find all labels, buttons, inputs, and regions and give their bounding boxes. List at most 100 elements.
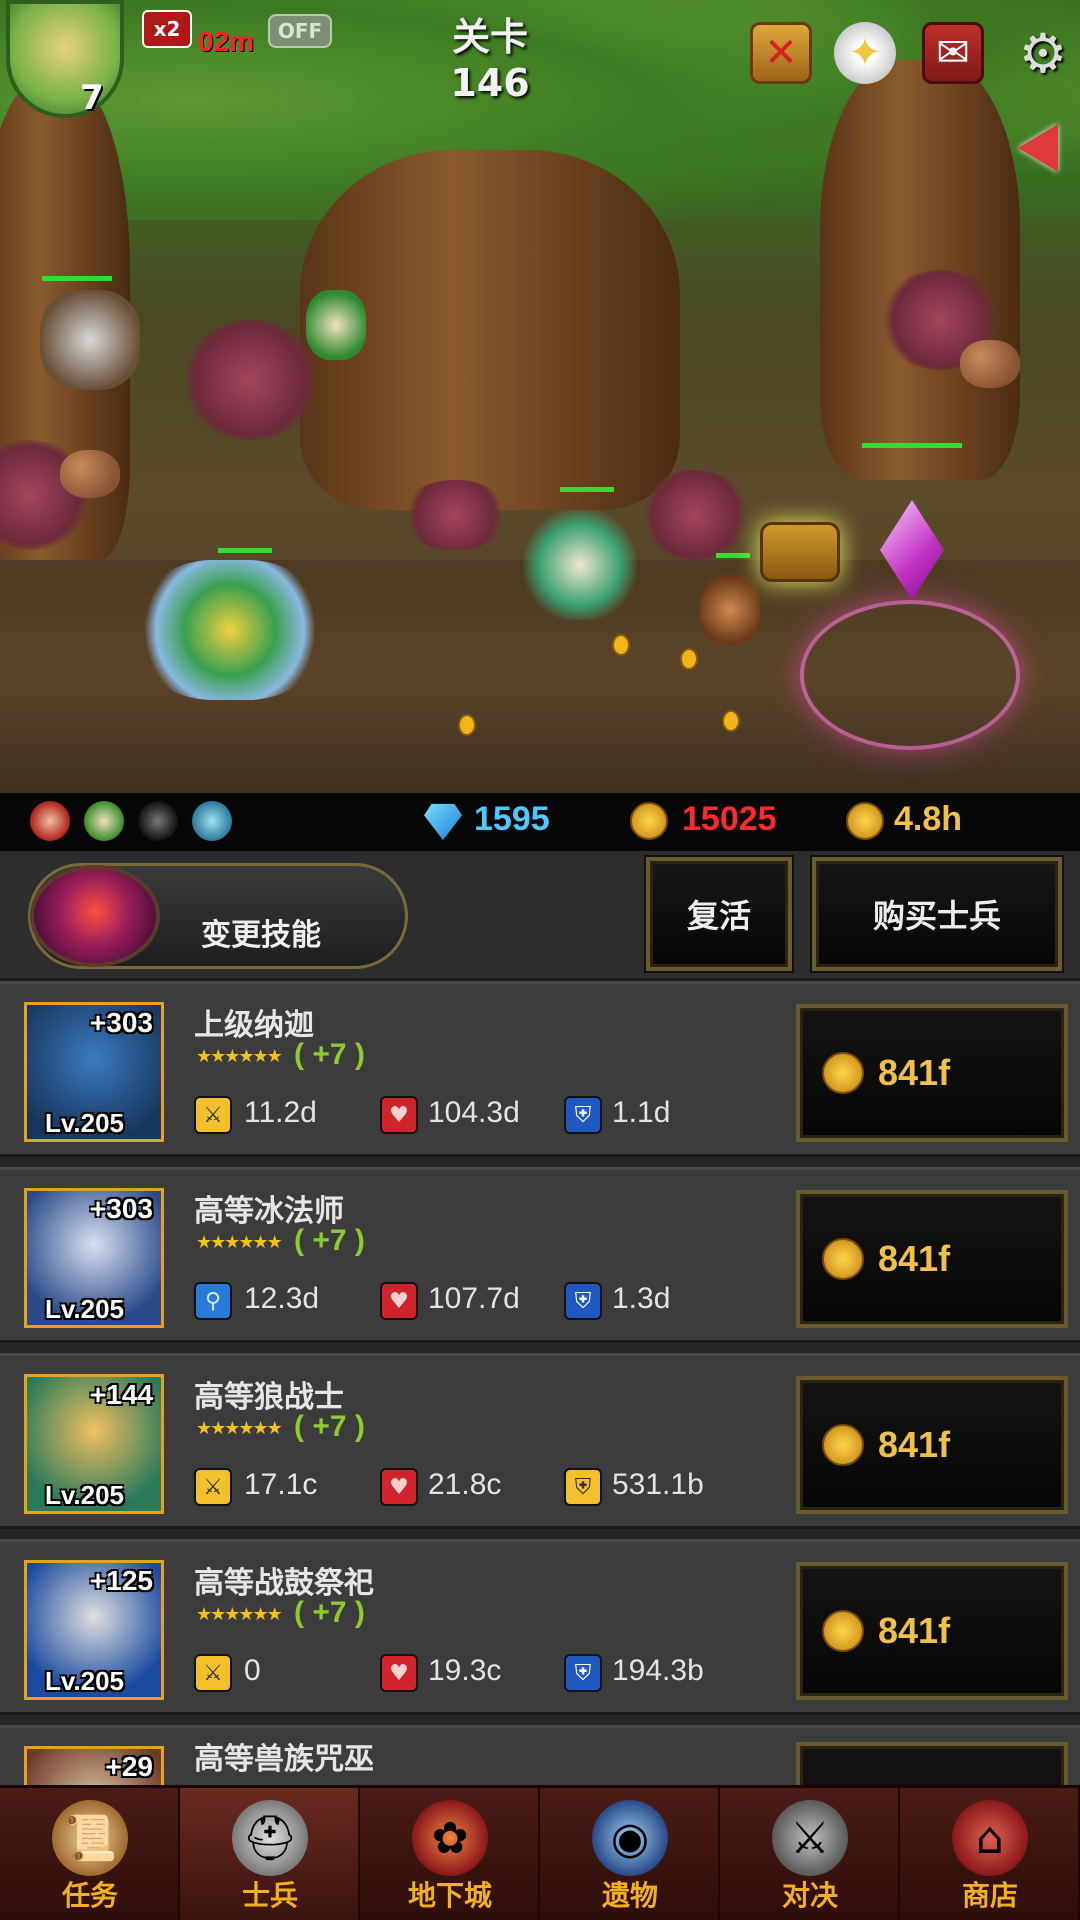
goblin-enemy-unit — [700, 575, 760, 645]
attack-value: 12.3d — [244, 1282, 320, 1315]
gold-shield-icon: ⛨ — [564, 1468, 602, 1506]
soldier-avatar[interactable]: +125 Lv.205 — [24, 1560, 164, 1700]
sword-icon: ⚔ — [194, 1096, 232, 1134]
upgrade-button[interactable]: 841f — [796, 1562, 1068, 1700]
angel-icon[interactable]: ✦ — [834, 22, 896, 84]
gear-icon[interactable]: ⚙ — [1012, 22, 1074, 85]
battle-scene: 7 x2 02m OFF 关卡 146 ✕ ✦ ✉ ⚙ — [0, 0, 1080, 793]
sword-icon: ⚔ — [194, 1468, 232, 1506]
gem-count: 1595 — [474, 800, 550, 838]
shop-icon: ⌂ — [952, 1800, 1028, 1876]
ally-hp-bar — [560, 487, 614, 492]
hp-value: 21.8c — [428, 1468, 502, 1501]
revive-button[interactable]: 复活 — [646, 857, 792, 971]
upgrade-button[interactable]: 841f — [796, 1376, 1068, 1514]
star-rating: ★★★★★★ — [196, 1232, 283, 1253]
upgrade-price: 841f — [878, 1424, 951, 1465]
soldier-avatar[interactable]: +144 Lv.205 — [24, 1374, 164, 1514]
action-row: 变更技能 复活 购买士兵 — [0, 851, 1080, 981]
attack-value: 11.2d — [244, 1096, 317, 1129]
buy-soldier-label: 购买士兵 — [872, 897, 1001, 935]
upgrade-price: 841f — [878, 1610, 951, 1651]
upgrade-button[interactable] — [796, 1742, 1068, 1785]
tab-duel[interactable]: ⚔ 对决 — [720, 1788, 900, 1920]
dropped-coin[interactable] — [612, 634, 630, 656]
upgrade-price: 841f — [878, 1238, 951, 1279]
tab-soldiers[interactable]: ⛑ 士兵 — [180, 1788, 360, 1920]
party-member-icon — [138, 801, 178, 841]
enhance-level: +125 — [89, 1565, 153, 1596]
soldier-row: +125 Lv.205 高等战鼓祭祀 ★★★★★★ ( +7 ) ⚔ 0 ♥ 1… — [0, 1539, 1080, 1715]
tab-label: 任务 — [61, 1879, 118, 1912]
upgrade-button[interactable]: 841f — [796, 1190, 1068, 1328]
coin-icon — [822, 1238, 864, 1280]
medal-count: 15025 — [682, 800, 777, 838]
player-avatar[interactable] — [6, 0, 124, 118]
enemy-hp-bar — [716, 553, 750, 558]
carnivorous-flower — [640, 470, 750, 560]
crossed-swords-icon: ⚔ — [772, 1800, 848, 1876]
soldier-list[interactable]: +303 Lv.205 上级纳迦 ★★★★★★ ( +7 ) ⚔ 11.2d ♥… — [0, 981, 1080, 1785]
back-arrow-icon[interactable] — [1018, 124, 1058, 172]
medal-icon — [630, 802, 668, 840]
hero-dragon-rider-unit — [140, 560, 320, 700]
tab-dungeon[interactable]: ✿ 地下城 — [360, 1788, 540, 1920]
enhance-level: +303 — [89, 1007, 153, 1038]
scroll-icon: 📜 — [52, 1800, 128, 1876]
tab-label: 商店 — [961, 1879, 1018, 1912]
auto-toggle[interactable]: OFF — [268, 14, 332, 48]
buy-soldier-button[interactable]: 购买士兵 — [812, 857, 1062, 971]
treasure-chest[interactable] — [760, 522, 840, 582]
dropped-coin[interactable] — [722, 710, 740, 732]
tab-label: 士兵 — [241, 1879, 298, 1912]
thorn-bush — [400, 480, 510, 550]
mailbox-icon[interactable]: ✉ — [922, 22, 984, 84]
star-rating: ★★★★★★ — [196, 1046, 283, 1067]
carnivorous-flower — [180, 320, 320, 440]
skill-orb-icon[interactable] — [30, 865, 160, 967]
monster-plant-icon: ✿ — [412, 1800, 488, 1876]
star-bonus: ( +7 ) — [294, 1224, 365, 1257]
enhance-level: +303 — [89, 1193, 153, 1224]
elf-flyer-unit — [306, 290, 366, 360]
attack-value: 0 — [244, 1654, 261, 1687]
upgrade-button[interactable]: 841f — [796, 1004, 1068, 1142]
soldier-avatar[interactable]: +303 Lv.205 — [24, 1002, 164, 1142]
soldier-row: +303 Lv.205 上级纳迦 ★★★★★★ ( +7 ) ⚔ 11.2d ♥… — [0, 981, 1080, 1157]
enhance-level: +144 — [89, 1379, 153, 1410]
heart-icon: ♥ — [380, 1096, 418, 1134]
hp-value: 104.3d — [428, 1096, 520, 1129]
enhance-level: +29 — [105, 1751, 154, 1782]
attack-value: 17.1c — [244, 1468, 318, 1501]
tab-relics[interactable]: ◉ 遗物 — [540, 1788, 720, 1920]
upgrade-price: 841f — [878, 1052, 951, 1093]
defense-value: 531.1b — [612, 1468, 704, 1501]
boss-hp-bar — [862, 443, 962, 448]
defense-value: 1.1d — [612, 1096, 671, 1129]
soldier-avatar[interactable]: +303 Lv.205 — [24, 1188, 164, 1328]
stage-title: 关卡 146 — [450, 15, 530, 105]
flag-icon[interactable]: ✕ — [750, 22, 812, 84]
heart-icon: ♥ — [380, 1282, 418, 1320]
soldier-row: +29 高等兽族咒巫 — [0, 1725, 1080, 1785]
soldier-level: Lv.205 — [45, 1294, 125, 1324]
star-bonus: ( +7 ) — [294, 1038, 365, 1071]
hero-hp-bar — [218, 548, 272, 553]
shield-icon: ⛨ — [564, 1282, 602, 1320]
hp-value: 107.7d — [428, 1282, 520, 1315]
dropped-coin[interactable] — [458, 714, 476, 736]
change-skill-label: 变更技能 — [201, 918, 321, 953]
dropped-coin[interactable] — [680, 648, 698, 670]
coin-icon — [822, 1610, 864, 1652]
tab-label: 地下城 — [407, 1879, 492, 1912]
orb-icon: ◉ — [592, 1800, 668, 1876]
party-member-icon — [84, 801, 124, 841]
helmet-icon: ⛑ — [232, 1800, 308, 1876]
soldier-avatar[interactable]: +29 — [24, 1746, 164, 1785]
speed-boost-icon[interactable]: x2 — [142, 10, 192, 48]
party-member-icon — [30, 801, 70, 841]
tab-quests[interactable]: 📜 任务 — [0, 1788, 180, 1920]
tab-shop[interactable]: ⌂ 商店 — [900, 1788, 1080, 1920]
shield-icon: ⛨ — [564, 1654, 602, 1692]
tab-label: 对决 — [781, 1879, 838, 1912]
